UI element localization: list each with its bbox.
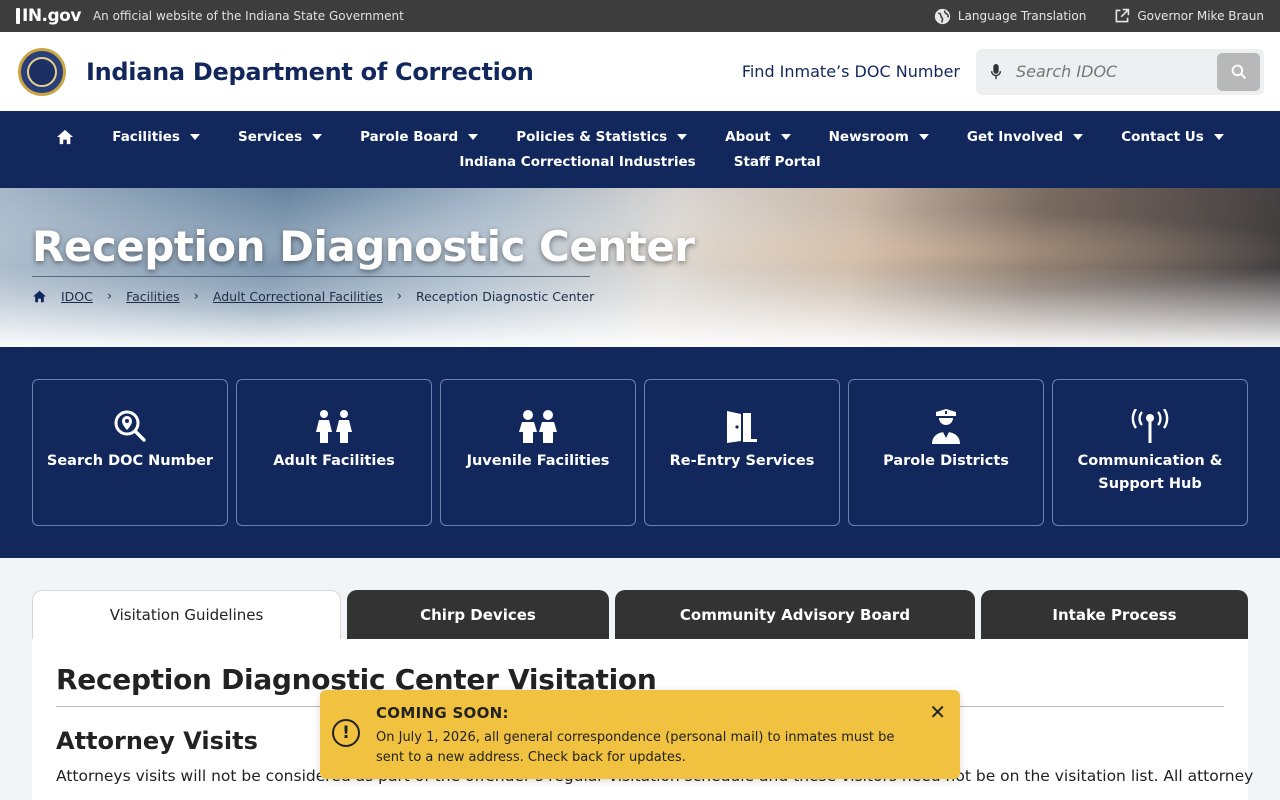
children-icon — [519, 410, 557, 443]
hero-banner: Reception Diagnostic Center IDOC › Facil… — [0, 188, 1280, 347]
close-icon[interactable]: ✕ — [929, 700, 946, 724]
nav-correctional-industries[interactable]: Indiana Correctional Industries — [459, 154, 695, 170]
page-title: Reception Diagnostic Center — [32, 222, 695, 271]
caret-down-icon — [189, 134, 200, 140]
logo-text: IN.gov — [22, 6, 81, 26]
broadcast-tower-icon — [1131, 409, 1169, 443]
quick-link-label: Re-Entry Services — [669, 453, 815, 469]
alert-body: On July 1, 2026, all general corresponde… — [376, 730, 895, 765]
nav-policies-statistics[interactable]: Policies & Statistics — [516, 129, 688, 145]
caret-down-icon — [312, 134, 323, 140]
microphone-icon[interactable] — [990, 63, 1002, 80]
nav-label: Parole Board — [360, 129, 459, 145]
globe-icon — [934, 8, 951, 24]
language-translation-label: Language Translation — [957, 9, 1087, 23]
quick-link-reentry-services[interactable]: Re-Entry Services — [644, 379, 840, 526]
title-divider — [32, 276, 590, 278]
breadcrumb-facilities[interactable]: Facilities — [126, 289, 180, 304]
quick-link-label: Juvenile Facilities — [466, 453, 610, 469]
tab-chirp-devices[interactable]: Chirp Devices — [347, 590, 609, 639]
quick-link-label: Search DOC Number — [46, 453, 214, 469]
tab-community-advisory-board[interactable]: Community Advisory Board — [615, 590, 975, 639]
in-gov-logo[interactable]: IN.gov — [16, 6, 81, 26]
external-link-icon — [1115, 8, 1130, 23]
nav-row-primary: Facilities Services Parole Board Policie… — [56, 129, 1224, 145]
nav-row-secondary: Indiana Correctional Industries Staff Po… — [459, 154, 820, 170]
breadcrumb-current: Reception Diagnostic Center — [415, 289, 595, 305]
quick-link-label: Parole Districts — [883, 453, 1009, 469]
nav-services[interactable]: Services — [237, 129, 323, 145]
quick-links: Search DOC Number Adult Facilities Juven… — [0, 347, 1280, 558]
quick-link-communication-hub[interactable]: Communication & Support Hub — [1052, 379, 1248, 526]
nav-parole-board[interactable]: Parole Board — [360, 129, 479, 145]
nav-staff-portal[interactable]: Staff Portal — [734, 154, 821, 170]
nav-label: Facilities — [112, 129, 180, 145]
caret-down-icon — [468, 134, 479, 140]
coming-soon-alert: ! COMING SOON: On July 1, 2026, all gene… — [320, 690, 960, 779]
search-input[interactable] — [1016, 62, 1217, 81]
warning-icon: ! — [332, 719, 360, 747]
nav-home[interactable] — [56, 129, 74, 145]
nav-label: About — [725, 129, 771, 145]
seal-inner — [27, 56, 57, 87]
search-box — [976, 48, 1264, 95]
breadcrumb-adult-facilities[interactable]: Adult Correctional Facilities — [213, 289, 383, 304]
alert-title: COMING SOON: — [376, 704, 509, 722]
quick-link-search-doc[interactable]: Search DOC Number — [32, 379, 228, 526]
nav-label: Services — [237, 129, 303, 145]
quick-link-juvenile-facilities[interactable]: Juvenile Facilities — [440, 379, 636, 526]
search-location-icon — [114, 410, 146, 442]
caret-down-icon — [780, 134, 791, 140]
quick-link-label: Communication & Support Hub — [1077, 453, 1223, 493]
tab-visitation-guidelines[interactable]: Visitation Guidelines — [32, 590, 341, 639]
search-button[interactable] — [1217, 52, 1260, 91]
caret-down-icon — [677, 134, 688, 140]
governor-label: Governor Mike Braun — [1137, 9, 1264, 23]
nav-facilities[interactable]: Facilities — [112, 129, 200, 145]
nav-label: Contact Us — [1121, 129, 1204, 145]
nav-about[interactable]: About — [725, 129, 791, 145]
language-translation-link[interactable]: Language Translation — [934, 8, 1086, 25]
chevron-right-icon: › — [396, 289, 402, 305]
official-site-text: An official website of the Indiana State… — [92, 9, 404, 23]
home-icon[interactable] — [32, 290, 47, 303]
nav-get-involved[interactable]: Get Involved — [966, 129, 1084, 145]
nav-label: Newsroom — [828, 129, 909, 145]
door-open-icon — [727, 411, 757, 443]
nav-label: Get Involved — [966, 129, 1064, 145]
idoc-seal-logo[interactable] — [18, 47, 66, 96]
search-icon — [1231, 64, 1246, 79]
nav-label: Policies & Statistics — [516, 129, 668, 145]
adults-icon — [316, 410, 352, 443]
nav-newsroom[interactable]: Newsroom — [829, 129, 929, 145]
chevron-right-icon: › — [106, 289, 113, 305]
nav-contact-us[interactable]: Contact Us — [1121, 129, 1224, 145]
site-header: Indiana Department of Correction Find In… — [0, 32, 1280, 111]
governor-link[interactable]: Governor Mike Braun — [1114, 8, 1264, 24]
breadcrumb: IDOC › Facilities › Adult Correctional F… — [32, 289, 1280, 304]
officer-icon — [932, 409, 960, 444]
home-icon — [57, 129, 74, 145]
find-doc-number-link[interactable]: Find Inmate’s DOC Number — [742, 62, 960, 81]
quick-link-label: Adult Facilities — [273, 453, 395, 469]
quick-link-parole-districts[interactable]: Parole Districts — [848, 379, 1044, 526]
main-nav: Facilities Services Parole Board Policie… — [0, 111, 1280, 188]
caret-down-icon — [918, 134, 929, 140]
tab-list: Visitation Guidelines Chirp Devices Comm… — [32, 590, 1248, 639]
breadcrumb-idoc[interactable]: IDOC — [61, 289, 93, 304]
tab-intake-process[interactable]: Intake Process — [981, 590, 1248, 639]
chevron-right-icon: › — [193, 289, 199, 305]
caret-down-icon — [1073, 134, 1084, 140]
quick-link-adult-facilities[interactable]: Adult Facilities — [236, 379, 432, 526]
logo-mark — [16, 8, 20, 24]
site-title[interactable]: Indiana Department of Correction — [86, 58, 534, 86]
utility-bar: IN.gov An official website of the Indian… — [0, 0, 1280, 32]
caret-down-icon — [1213, 134, 1224, 140]
